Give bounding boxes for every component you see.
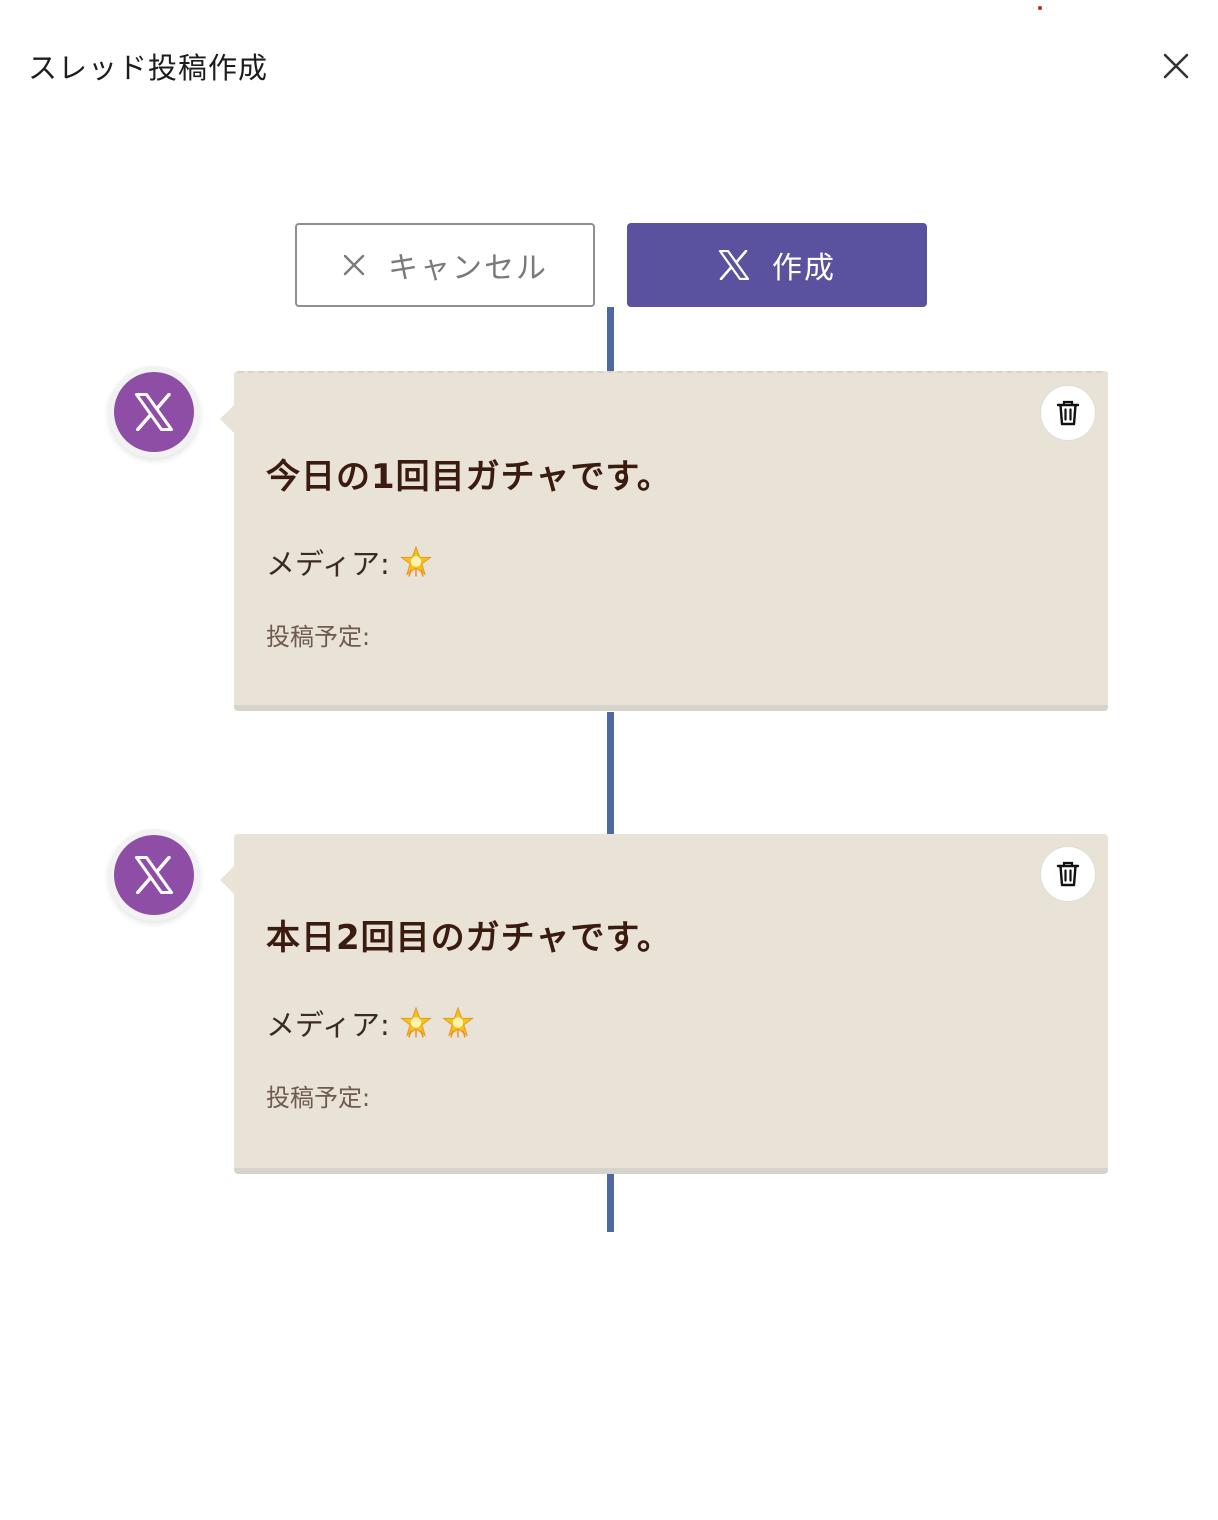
x-account-avatar bbox=[108, 366, 200, 458]
media-row: メディア: bbox=[266, 541, 432, 583]
x-logo-icon bbox=[135, 856, 173, 894]
delete-post-button[interactable] bbox=[1040, 385, 1096, 441]
close-icon bbox=[342, 253, 366, 277]
avatar-circle bbox=[114, 372, 194, 452]
trash-icon bbox=[1056, 400, 1080, 426]
timeline-connector bbox=[607, 1174, 614, 1232]
create-button-label: 作成 bbox=[772, 251, 836, 286]
x-account-avatar bbox=[108, 829, 200, 921]
post-card[interactable]: 本日2回目のガチャです。 メディア: 投稿予定: bbox=[220, 834, 1108, 1174]
delete-post-button[interactable] bbox=[1040, 846, 1096, 902]
trash-icon bbox=[1056, 861, 1080, 887]
cancel-button-label: キャンセル bbox=[388, 251, 548, 286]
schedule-label: 投稿予定: bbox=[266, 1084, 371, 1112]
avatar-circle bbox=[114, 835, 194, 915]
timeline-connector bbox=[607, 712, 614, 836]
media-label: メディア: bbox=[266, 1008, 390, 1042]
star-emoji-icon[interactable] bbox=[399, 546, 432, 578]
media-row: メディア: bbox=[266, 1002, 474, 1044]
close-button[interactable] bbox=[1156, 46, 1196, 86]
post-text: 本日2回目のガチャです。 bbox=[266, 918, 672, 958]
dialog-title: スレッド投稿作成 bbox=[28, 51, 269, 85]
post-text: 今日の1回目ガチャです。 bbox=[266, 457, 672, 497]
cancel-button[interactable]: キャンセル bbox=[295, 223, 595, 307]
create-button[interactable]: 作成 bbox=[627, 223, 927, 307]
post-card[interactable]: 今日の1回目ガチャです。 メディア: 投稿予定: bbox=[220, 371, 1108, 711]
star-emoji-icon[interactable] bbox=[399, 1007, 432, 1039]
thread-post-dialog: スレッド投稿作成 キャンセル 作成 今日の1回目ガチャです。 メディア: 投稿予… bbox=[0, 0, 1218, 1520]
timeline-connector bbox=[607, 307, 614, 373]
schedule-label: 投稿予定: bbox=[266, 623, 371, 651]
notification-dot bbox=[1038, 6, 1042, 10]
star-emoji-icon[interactable] bbox=[441, 1007, 474, 1039]
close-icon bbox=[1163, 53, 1189, 79]
x-logo-icon bbox=[135, 393, 173, 431]
x-logo-icon bbox=[718, 250, 750, 280]
media-label: メディア: bbox=[266, 547, 390, 581]
